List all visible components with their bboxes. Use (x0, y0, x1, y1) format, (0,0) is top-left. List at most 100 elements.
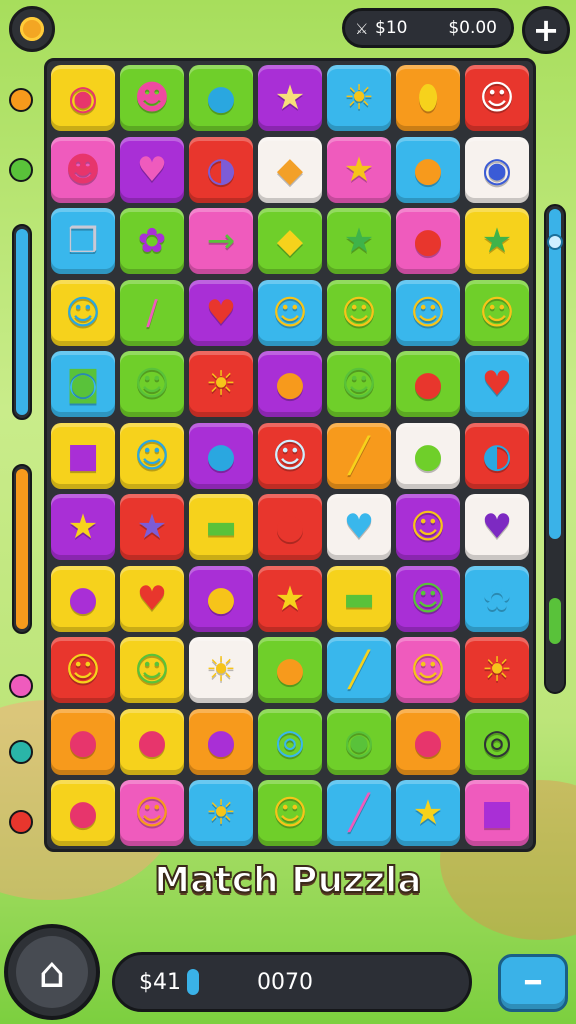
game-tile[interactable]: ☺ (396, 494, 460, 560)
game-tile[interactable]: ☺ (120, 351, 184, 417)
game-tile[interactable]: ☺ (327, 279, 391, 346)
tile-symbol-icon: ☺ (410, 650, 446, 690)
game-tile[interactable]: ● (396, 136, 460, 203)
tile-symbol-icon: ☀ (205, 364, 237, 404)
game-tile[interactable]: ● (189, 422, 253, 489)
game-tile[interactable]: ✿ (465, 565, 529, 632)
game-tile[interactable]: ☺ (120, 422, 184, 489)
game-tile[interactable]: ♥ (189, 279, 253, 346)
game-tile[interactable]: ☺ (51, 279, 115, 346)
game-tile[interactable]: → (189, 208, 253, 274)
game-tile[interactable]: ◙ (51, 351, 115, 417)
game-tile[interactable]: ╱ (327, 422, 391, 489)
game-tile[interactable]: ☀ (327, 65, 391, 131)
game-tile[interactable]: ♥ (465, 494, 529, 560)
game-tile[interactable]: ● (258, 494, 322, 560)
game-tile[interactable]: ☺ (465, 279, 529, 346)
game-tile[interactable]: ☀ (189, 637, 253, 703)
rail-dot (9, 674, 33, 698)
game-tile[interactable]: ☀ (189, 351, 253, 417)
tile-symbol-icon: ☺ (479, 292, 515, 333)
settings-sun-button[interactable] (9, 6, 55, 52)
game-tile[interactable]: ◎ (465, 708, 529, 775)
tile-symbol-icon: ☀ (205, 793, 237, 833)
hammer-button[interactable]: ━ (498, 954, 568, 1012)
tile-symbol-icon: ☺ (134, 364, 170, 404)
game-tile[interactable]: ■ (51, 422, 115, 489)
game-tile[interactable]: ■ (465, 780, 529, 846)
game-tile[interactable]: ● (51, 708, 115, 775)
game-tile[interactable]: ● (189, 708, 253, 775)
tile-symbol-icon: ● (206, 78, 236, 118)
tile-symbol-icon: ● (68, 793, 98, 833)
home-button[interactable]: ⌂ (4, 924, 100, 1020)
game-tile[interactable]: ☺ (120, 637, 184, 703)
game-tile[interactable]: ● (51, 780, 115, 846)
game-tile[interactable]: ☻ (120, 65, 184, 131)
game-tile[interactable]: ● (258, 637, 322, 703)
tile-symbol-icon: ● (206, 721, 236, 762)
game-tile[interactable]: ☺ (396, 565, 460, 632)
tile-symbol-icon: ★ (274, 578, 306, 619)
game-tile[interactable]: ☺ (51, 637, 115, 703)
game-tile[interactable]: ★ (327, 208, 391, 274)
game-tile[interactable]: ☺ (327, 351, 391, 417)
game-tile[interactable]: ★ (258, 565, 322, 632)
game-tile[interactable]: ☺ (396, 279, 460, 346)
game-tile[interactable]: ◐ (465, 422, 529, 489)
game-tile[interactable]: ◎ (258, 708, 322, 775)
game-tile[interactable]: ★ (327, 136, 391, 203)
game-tile[interactable]: ◑ (189, 136, 253, 203)
add-currency-button[interactable]: + (522, 6, 570, 54)
game-tile[interactable]: ● (258, 351, 322, 417)
game-tile[interactable]: ▬ (189, 494, 253, 560)
game-tile[interactable]: ▬ (327, 565, 391, 632)
game-tile[interactable]: ★ (120, 494, 184, 560)
game-tile[interactable]: ☺ (465, 65, 529, 131)
game-tile[interactable]: ◆ (258, 208, 322, 274)
game-tile[interactable]: ◉ (327, 708, 391, 775)
game-tile[interactable]: ● (189, 565, 253, 632)
game-tile[interactable]: ♥ (465, 351, 529, 417)
game-tile[interactable]: ♥ (327, 494, 391, 560)
game-tile[interactable]: ☺ (396, 637, 460, 703)
game-tile[interactable]: ♥ (120, 565, 184, 632)
game-tile[interactable]: ● (189, 65, 253, 131)
game-tile[interactable]: ★ (465, 208, 529, 274)
game-tile[interactable]: ◉ (465, 136, 529, 203)
meter-knob[interactable] (547, 234, 563, 250)
game-tile[interactable]: ☻ (51, 136, 115, 203)
game-tile[interactable]: ★ (51, 494, 115, 560)
game-tile[interactable]: ☺ (258, 279, 322, 346)
game-tile[interactable]: ☺ (258, 780, 322, 846)
game-tile[interactable]: ★ (258, 65, 322, 131)
game-tile[interactable]: ● (396, 351, 460, 417)
game-tile[interactable]: ❒ (51, 208, 115, 274)
game-tile[interactable]: ☺ (120, 780, 184, 846)
game-tile[interactable]: ⬮ (396, 65, 460, 131)
game-tile[interactable]: ╱ (327, 780, 391, 846)
game-tile[interactable]: ☺ (258, 422, 322, 489)
game-tile[interactable]: ● (396, 422, 460, 489)
game-tile[interactable]: ★ (396, 780, 460, 846)
tile-symbol-icon: → (206, 221, 236, 261)
game-tile[interactable]: ● (396, 708, 460, 775)
game-tile[interactable]: ☀ (465, 637, 529, 703)
game-tile[interactable]: ╱ (327, 637, 391, 703)
tile-symbol-icon: ◉ (344, 721, 374, 762)
sun-icon (20, 17, 44, 41)
tile-symbol-icon: ★ (274, 78, 306, 118)
game-tile[interactable]: ◆ (258, 136, 322, 203)
rail-dot (9, 158, 33, 182)
game-tile[interactable]: ☀ (189, 780, 253, 846)
tile-symbol-icon: ◆ (276, 149, 304, 190)
game-tile[interactable]: ∕ (120, 279, 184, 346)
game-tile[interactable]: ● (51, 565, 115, 632)
game-tile[interactable]: ♥ (120, 136, 184, 203)
game-tile[interactable]: ● (120, 708, 184, 775)
tile-symbol-icon: ☺ (134, 435, 170, 476)
game-tile[interactable]: ◉ (51, 65, 115, 131)
currency-a-value: $10 (375, 18, 408, 38)
game-tile[interactable]: ✿ (120, 208, 184, 274)
game-tile[interactable]: ● (396, 208, 460, 274)
